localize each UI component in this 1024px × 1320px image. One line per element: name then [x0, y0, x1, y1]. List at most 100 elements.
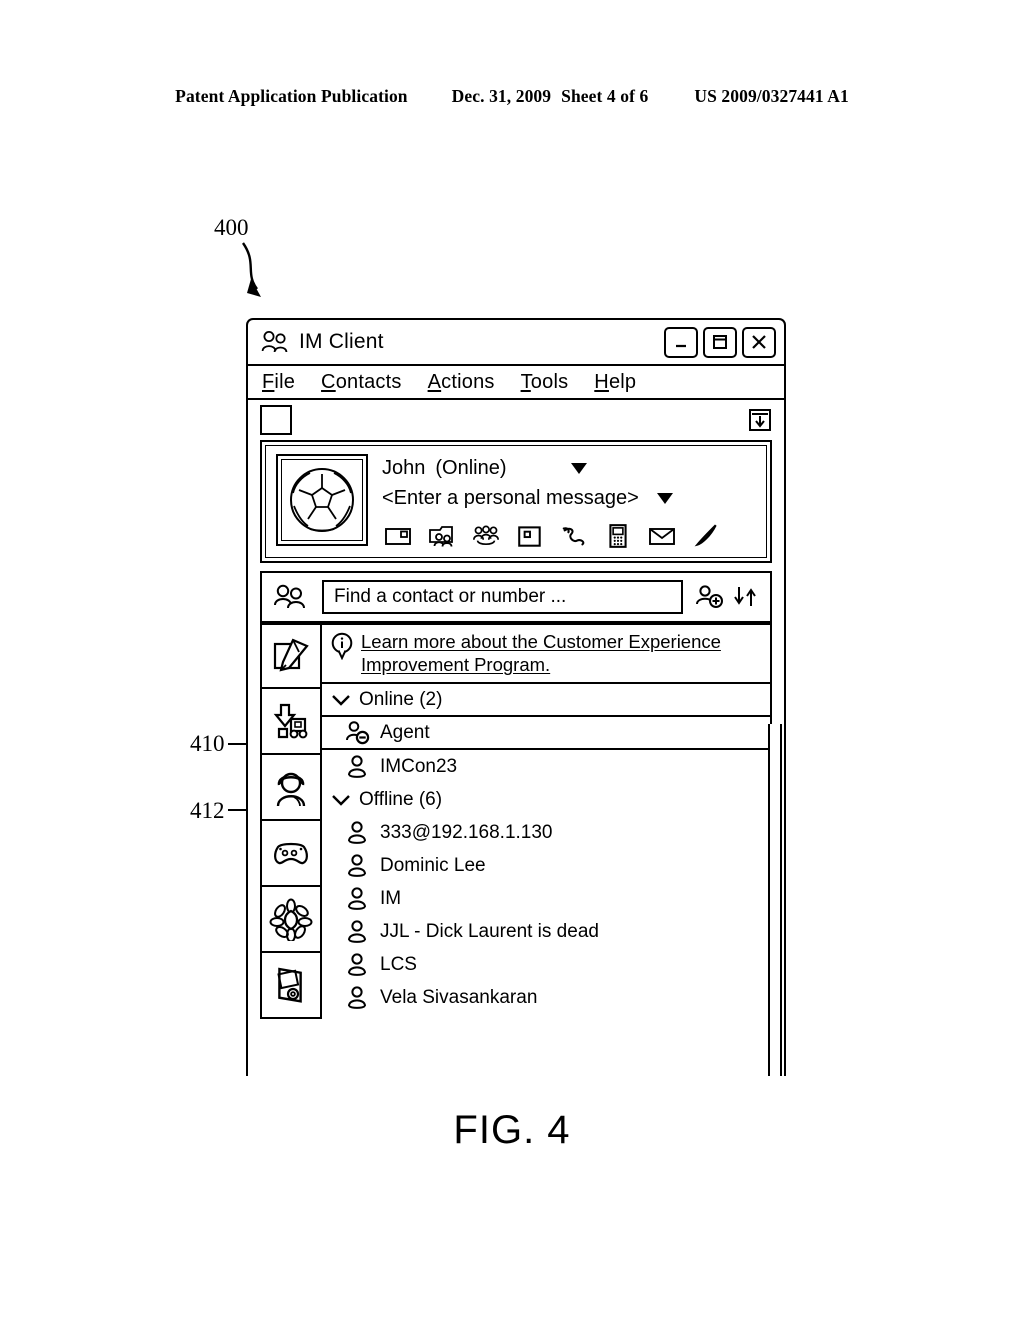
contact-icon — [348, 755, 366, 778]
phone-handset-icon[interactable] — [560, 523, 588, 549]
menu-mnemonic: F — [262, 370, 275, 393]
menu-label-rest: ctions — [441, 370, 495, 393]
window-titlebar: IM Client — [248, 320, 784, 364]
contact-icon — [348, 887, 366, 910]
profile-action-toolbar — [382, 523, 756, 549]
profile-name-row: John (Online) — [382, 457, 756, 480]
contact-row-lcs[interactable]: LCS — [322, 948, 770, 981]
share-square-icon[interactable] — [516, 523, 544, 549]
window-card-icon[interactable] — [384, 523, 412, 549]
menu-mnemonic: A — [427, 370, 442, 393]
soccer-ball-avatar-icon — [290, 468, 354, 532]
personal-message-field[interactable]: <Enter a personal message> — [382, 487, 639, 510]
window-title: IM Client — [299, 330, 384, 353]
reference-numeral-412: 412 — [190, 798, 225, 823]
menu-item-contacts[interactable]: Contacts — [321, 371, 402, 394]
sidebar-item-downloads[interactable] — [262, 689, 320, 755]
group-header-online[interactable]: Online (2) — [322, 684, 770, 718]
close-icon — [752, 335, 766, 349]
group-label-online: Online (2) — [359, 688, 443, 710]
menu-mnemonic: H — [594, 370, 609, 393]
menu-item-tools[interactable]: Tools — [521, 371, 569, 394]
status-chevron-down-icon[interactable] — [570, 463, 587, 474]
maximize-button[interactable] — [703, 326, 737, 358]
mobile-phone-icon[interactable] — [604, 523, 632, 549]
cep-banner[interactable]: Learn more about the Customer Experience… — [322, 623, 770, 685]
lead-line-400 — [242, 242, 261, 297]
sidebar-item-media[interactable] — [262, 953, 320, 1019]
menu-item-file[interactable]: File — [262, 371, 295, 394]
sidebar-strip — [260, 623, 322, 1019]
menu-item-help[interactable]: Help — [594, 371, 636, 394]
menu-mnemonic: T — [520, 370, 531, 393]
avatar[interactable] — [276, 454, 368, 546]
contact-row-im[interactable]: IM — [322, 882, 770, 915]
profile-status: (Online) — [435, 457, 507, 479]
menu-label-rest: elp — [608, 370, 637, 393]
pen-icon[interactable] — [692, 523, 720, 549]
search-input[interactable]: Find a contact or number ... — [322, 580, 683, 614]
contact-row-agent[interactable]: Agent — [322, 717, 770, 751]
publication-label: Patent Application Publication — [175, 86, 408, 106]
message-chevron-down-icon[interactable] — [656, 493, 673, 504]
contacts-people-icon — [274, 584, 305, 609]
contact-row-jjl[interactable]: JJL - Dick Laurent is dead — [322, 915, 770, 948]
close-button[interactable] — [742, 326, 776, 358]
envelope-mail-icon[interactable] — [648, 523, 676, 549]
group-label-offline: Offline (6) — [359, 788, 443, 810]
profile-panel-inner: John (Online) <Enter a personal message> — [265, 445, 767, 558]
patent-header: Patent Application Publication Dec. 31, … — [0, 86, 1024, 107]
maximize-icon — [713, 335, 727, 349]
menu-label-rest: ile — [274, 370, 296, 393]
menu-item-actions[interactable]: Actions — [428, 371, 495, 394]
contact-name: JJL - Dick Laurent is dead — [380, 920, 599, 942]
chevron-down-icon — [332, 794, 350, 806]
contact-icon — [348, 920, 366, 943]
cep-banner-text: Learn more about the Customer Experience… — [361, 630, 721, 676]
contact-name: LCS — [380, 953, 417, 975]
profile-details: John (Online) <Enter a personal message> — [382, 454, 756, 549]
cep-banner-line1: Learn more about the Customer Experience — [361, 631, 721, 652]
folder-contacts-icon[interactable] — [428, 523, 456, 549]
patent-drawing-sheet: Patent Application Publication Dec. 31, … — [0, 0, 1024, 1320]
search-placeholder: Find a contact or number ... — [334, 586, 567, 607]
sidebar-item-profile[interactable] — [262, 755, 320, 821]
figure-caption: FIG. 4 — [453, 1108, 571, 1152]
window-controls — [664, 326, 776, 358]
group-conference-icon[interactable] — [472, 523, 500, 549]
add-contact-icon[interactable] — [695, 584, 725, 610]
contact-row-dominic-lee[interactable]: Dominic Lee — [322, 849, 770, 882]
minimize-button[interactable] — [664, 326, 698, 358]
contact-row-vela[interactable]: Vela Sivasankaran — [322, 981, 770, 1014]
contact-row-333[interactable]: 333@192.168.1.130 — [322, 816, 770, 849]
contact-icon — [348, 854, 366, 877]
sidebar-item-games[interactable] — [262, 821, 320, 887]
contact-list-column: Learn more about the Customer Experience… — [322, 623, 772, 1019]
avatar-inner-frame — [281, 459, 363, 541]
window-toolbar-row — [248, 400, 784, 440]
game-controller-icon — [274, 842, 308, 865]
download-box-icon[interactable] — [748, 408, 772, 432]
contact-name: Dominic Lee — [380, 854, 486, 876]
media-player-icon — [277, 967, 302, 1003]
menu-label-rest: ools — [530, 370, 569, 393]
vertical-scrollbar[interactable] — [768, 724, 782, 1076]
contact-name: 333@192.168.1.130 — [380, 821, 553, 843]
avatar-person-icon — [276, 772, 306, 807]
contact-icon — [348, 821, 366, 844]
download-toys-icon — [273, 703, 308, 739]
menu-mnemonic: C — [321, 370, 336, 393]
menu-label-rest: ontacts — [335, 370, 402, 393]
profile-panel: John (Online) <Enter a personal message> — [260, 440, 772, 563]
notepad-pencil-icon — [273, 638, 309, 672]
cep-banner-line2: Improvement Program. — [361, 654, 551, 676]
sort-arrows-icon[interactable] — [732, 584, 760, 610]
chevron-down-icon — [332, 694, 350, 706]
sidebar-item-notes[interactable] — [262, 623, 320, 689]
contact-row-imcon23[interactable]: IMCon23 — [322, 750, 770, 783]
group-header-offline[interactable]: Offline (6) — [322, 783, 770, 816]
profile-user-name: John — [382, 457, 426, 479]
blank-square-button[interactable] — [260, 405, 292, 435]
sidebar-item-themes[interactable] — [262, 887, 320, 953]
minimize-icon — [676, 344, 686, 348]
